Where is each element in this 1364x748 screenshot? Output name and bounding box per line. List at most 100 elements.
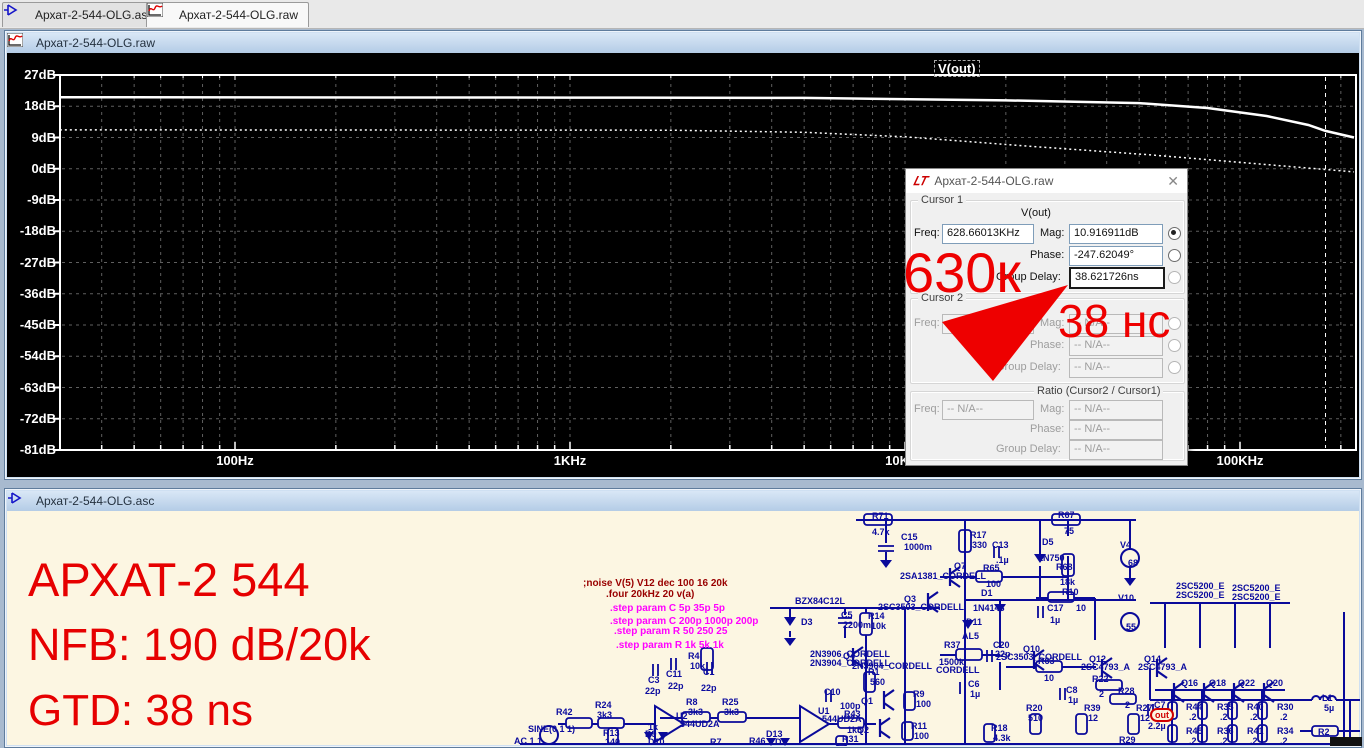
- component-label[interactable]: 2.2µ: [1148, 722, 1166, 731]
- component-label[interactable]: 2: [1125, 701, 1130, 710]
- component-label[interactable]: R28: [1118, 687, 1135, 696]
- component-label[interactable]: .2: [1189, 713, 1197, 722]
- component-label[interactable]: R9: [913, 690, 925, 699]
- component-label[interactable]: R22: [1092, 675, 1109, 684]
- component-label[interactable]: R17: [970, 531, 987, 540]
- net-label-out[interactable]: out: [1150, 708, 1174, 722]
- component-label[interactable]: 3k3: [597, 711, 612, 720]
- component-label[interactable]: 2200m: [843, 621, 871, 630]
- component-label[interactable]: 22p: [645, 687, 661, 696]
- cursor1-mag-radio[interactable]: [1168, 227, 1181, 240]
- component-label[interactable]: 2SC5200_E: [1176, 591, 1225, 600]
- component-label[interactable]: 2SA1381_CORDELL: [900, 572, 986, 581]
- component-label[interactable]: R42: [556, 708, 573, 717]
- component-label[interactable]: 2SC3503_CORDELL: [878, 603, 964, 612]
- component-label[interactable]: Q16: [1181, 679, 1198, 688]
- tab-schematic[interactable]: Архат-2-544-OLG.asc: [2, 2, 165, 27]
- component-label[interactable]: 544UD2A: [822, 715, 862, 724]
- component-label[interactable]: C3: [648, 676, 660, 685]
- component-label[interactable]: R35: [1217, 703, 1234, 712]
- component-label[interactable]: R36: [1217, 727, 1234, 736]
- component-label[interactable]: 2SC4793_A: [1138, 663, 1187, 672]
- component-label[interactable]: .2: [1220, 737, 1228, 746]
- component-label[interactable]: C1: [703, 668, 715, 677]
- component-label[interactable]: R67: [1058, 511, 1075, 520]
- close-icon[interactable]: ✕: [1167, 173, 1179, 190]
- component-label[interactable]: R63: [1038, 657, 1055, 666]
- component-label[interactable]: 560: [870, 678, 885, 687]
- component-label[interactable]: C8: [1066, 686, 1078, 695]
- component-label[interactable]: 1N4148: [973, 604, 1005, 613]
- component-label[interactable]: 22p: [668, 682, 684, 691]
- component-label[interactable]: R10: [1062, 588, 1079, 597]
- component-label[interactable]: R1: [868, 668, 880, 677]
- component-label[interactable]: C5: [841, 611, 853, 620]
- component-label[interactable]: 12: [1088, 714, 1098, 723]
- component-label[interactable]: V10: [1118, 594, 1134, 603]
- component-label[interactable]: R24: [595, 701, 612, 710]
- spice-directive[interactable]: .step param R 50 250 25: [614, 626, 727, 637]
- component-label[interactable]: 1µ: [1050, 616, 1060, 625]
- component-label[interactable]: R40: [1247, 703, 1264, 712]
- component-label[interactable]: BZX84C12L: [795, 597, 845, 606]
- component-label[interactable]: .2: [1280, 713, 1288, 722]
- component-label[interactable]: R20: [1026, 704, 1043, 713]
- schematic-window-titlebar[interactable]: Архат-2-544-OLG.asc: [7, 491, 1359, 511]
- component-label[interactable]: 22p: [701, 684, 717, 693]
- component-label[interactable]: C17: [1047, 604, 1064, 613]
- component-label[interactable]: SINE(0 1 1): [528, 725, 575, 734]
- component-label[interactable]: 2SC5200_E: [1232, 593, 1281, 602]
- component-label[interactable]: 100: [914, 732, 929, 741]
- component-label[interactable]: C11: [666, 670, 682, 679]
- component-label[interactable]: CORDELL: [936, 666, 980, 675]
- component-label[interactable]: AC 1 1: [514, 737, 542, 746]
- component-label[interactable]: 3k3: [724, 708, 739, 717]
- cursor-dialog-titlebar[interactable]: 𝐿𝑇 Архат-2-544-OLG.raw ✕: [906, 169, 1187, 193]
- component-label[interactable]: R8: [686, 698, 698, 707]
- cursor1-phase-radio[interactable]: [1168, 249, 1181, 262]
- component-label[interactable]: 544UD2A: [680, 720, 720, 729]
- component-label[interactable]: R25: [722, 698, 739, 707]
- component-label[interactable]: R34: [1277, 727, 1294, 736]
- component-label[interactable]: 68: [1128, 559, 1138, 568]
- component-label[interactable]: D1: [981, 589, 993, 598]
- trace-label[interactable]: V(out): [934, 60, 980, 77]
- component-label[interactable]: 1µ: [1068, 696, 1078, 705]
- component-label[interactable]: 2N3904_CORDELL: [852, 662, 932, 671]
- spice-directive[interactable]: .step param C 5p 35p 5p: [610, 603, 725, 614]
- component-label[interactable]: R65: [983, 564, 1000, 573]
- component-label[interactable]: C13: [992, 541, 1009, 550]
- component-label[interactable]: Q1: [861, 697, 873, 706]
- component-label[interactable]: Q22: [1238, 679, 1255, 688]
- component-label[interactable]: R46: [749, 737, 766, 746]
- component-label[interactable]: V4: [1120, 541, 1131, 550]
- component-label[interactable]: R2: [1318, 728, 1330, 737]
- component-label[interactable]: R71: [872, 512, 889, 521]
- component-label[interactable]: D11: [966, 618, 982, 627]
- component-label[interactable]: .2: [1250, 737, 1258, 746]
- component-label[interactable]: R45: [1186, 727, 1203, 736]
- component-label[interactable]: 10k: [871, 622, 886, 631]
- component-label[interactable]: 10: [1044, 674, 1054, 683]
- component-label[interactable]: 1000m: [904, 543, 932, 552]
- cursor1-phase-value[interactable]: -247.62049°: [1069, 246, 1163, 266]
- cursor1-group-delay-radio[interactable]: [1168, 271, 1181, 284]
- component-label[interactable]: 510: [1028, 714, 1043, 723]
- component-label[interactable]: .2: [1220, 713, 1228, 722]
- component-label[interactable]: R30: [1277, 703, 1294, 712]
- spice-directive[interactable]: .four 20kHz 20 v(a): [606, 589, 694, 600]
- component-label[interactable]: C6: [968, 680, 980, 689]
- component-label[interactable]: 10: [1076, 604, 1086, 613]
- component-label[interactable]: .2: [1280, 737, 1288, 746]
- component-label[interactable]: 2: [1099, 690, 1104, 699]
- cursor2-group-delay-radio[interactable]: [1168, 361, 1181, 374]
- component-label[interactable]: R29: [1119, 736, 1136, 745]
- component-label[interactable]: R68: [1056, 563, 1073, 572]
- component-label[interactable]: R18: [991, 724, 1008, 733]
- component-label[interactable]: L1: [1322, 694, 1333, 703]
- component-label[interactable]: 1µ: [970, 690, 980, 699]
- cursor1-mag-value[interactable]: 10.916911dB: [1069, 224, 1163, 244]
- spice-directive[interactable]: ;noise V(5) V12 dec 100 16 20k: [583, 578, 728, 589]
- component-label[interactable]: R11: [911, 722, 927, 731]
- tab-waveform[interactable]: Архат-2-544-OLG.raw: [146, 2, 310, 27]
